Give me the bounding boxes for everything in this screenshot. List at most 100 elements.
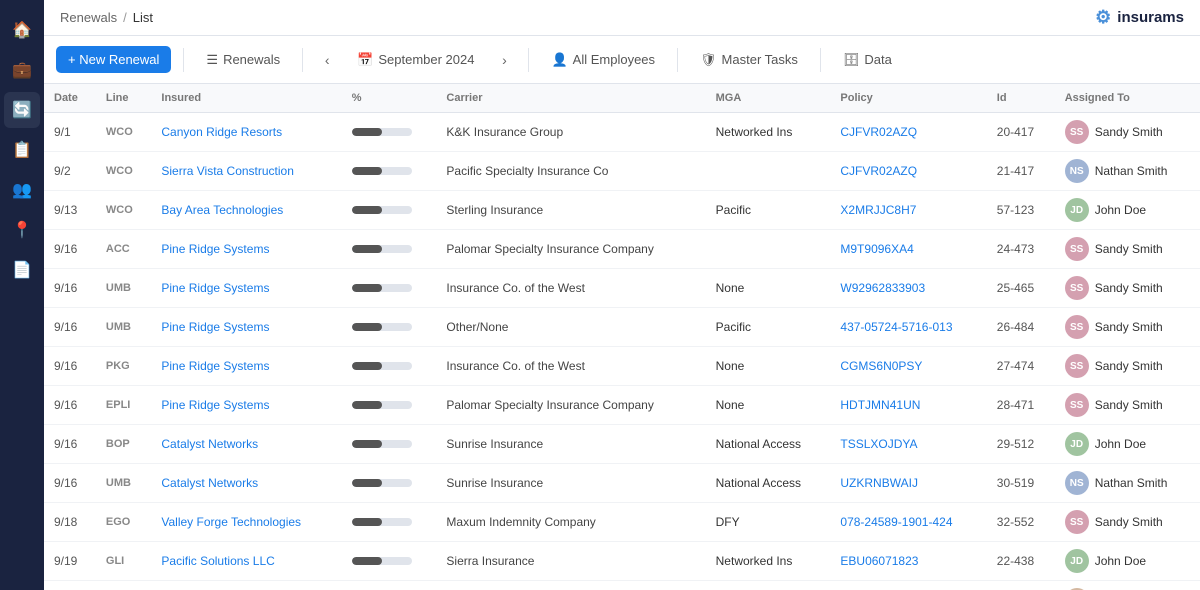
insured-link[interactable]: Sierra Vista Construction bbox=[161, 164, 294, 178]
sidebar-item-renewals[interactable]: 🔄 bbox=[4, 92, 40, 128]
table-row[interactable]: 9/1 WCO Canyon Ridge Resorts K&K Insuran… bbox=[44, 113, 1200, 152]
cell-assigned: SS Sandy Smith bbox=[1055, 347, 1200, 386]
prev-month-button[interactable]: ‹ bbox=[315, 48, 339, 72]
cell-policy[interactable]: W92962833903 bbox=[830, 269, 986, 308]
next-month-button[interactable]: › bbox=[492, 48, 516, 72]
cell-policy[interactable]: M9T9096XA4 bbox=[830, 230, 986, 269]
cell-policy[interactable]: X2MRJJC8H7 bbox=[830, 191, 986, 230]
cell-insured[interactable]: Catalyst Networks bbox=[151, 464, 341, 503]
table-row[interactable]: 9/16 ACC Pine Ridge Systems Palomar Spec… bbox=[44, 230, 1200, 269]
table-row[interactable]: 9/19 GLI Pacific Solutions LLC Sierra In… bbox=[44, 542, 1200, 581]
cell-id: 32-552 bbox=[987, 503, 1055, 542]
policy-link[interactable]: HDTJMN41UN bbox=[840, 398, 920, 412]
cell-insured[interactable]: Pine Ridge Systems bbox=[151, 230, 341, 269]
insured-link[interactable]: Bay Area Technologies bbox=[161, 203, 283, 217]
avatar: SS bbox=[1065, 120, 1089, 144]
cell-policy[interactable]: CGMS6N0PSY bbox=[830, 347, 986, 386]
renewals-table: Date Line Insured % Carrier MGA Policy I… bbox=[44, 84, 1200, 590]
insured-link[interactable]: Catalyst Networks bbox=[161, 437, 258, 451]
cell-pct bbox=[342, 113, 437, 152]
cell-assigned: SS Sandy Smith bbox=[1055, 269, 1200, 308]
cell-insured[interactable]: Sierra Vista Construction bbox=[151, 152, 341, 191]
policy-link[interactable]: X2MRJJC8H7 bbox=[840, 203, 916, 217]
cell-insured[interactable]: Pacific Solutions LLC bbox=[151, 542, 341, 581]
cell-insured[interactable]: Pine Ridge Systems bbox=[151, 386, 341, 425]
date-picker-button[interactable]: 📅 September 2024 bbox=[347, 47, 484, 73]
breadcrumb-parent[interactable]: Renewals bbox=[60, 10, 117, 25]
cell-policy[interactable]: UZKRNBWAIJ bbox=[830, 464, 986, 503]
cell-policy[interactable]: CJFVR02AZQ bbox=[830, 113, 986, 152]
policy-link[interactable]: W92962833903 bbox=[840, 281, 925, 295]
policy-link[interactable]: UZKRNBWAIJ bbox=[840, 476, 918, 490]
cell-carrier: Pacific Specialty Insurance Co bbox=[436, 152, 705, 191]
progress-bar bbox=[352, 206, 412, 214]
cell-insured[interactable]: Pine Ridge Systems bbox=[151, 347, 341, 386]
sidebar-item-location[interactable]: 📍 bbox=[4, 212, 40, 248]
sidebar: 🏠 💼 🔄 📋 👥 📍 📄 bbox=[0, 0, 44, 590]
policy-link[interactable]: EBU06071823 bbox=[840, 554, 918, 568]
insured-link[interactable]: Valley Forge Technologies bbox=[161, 515, 301, 529]
table-row[interactable]: 9/19 UMB Pacific Solutions LLC The Ohio … bbox=[44, 581, 1200, 590]
insured-link[interactable]: Pine Ridge Systems bbox=[161, 398, 269, 412]
cell-policy[interactable]: 437-05724-5716-013 bbox=[830, 308, 986, 347]
cell-id: 21-417 bbox=[987, 152, 1055, 191]
insured-link[interactable]: Pine Ridge Systems bbox=[161, 359, 269, 373]
insured-link[interactable]: Catalyst Networks bbox=[161, 476, 258, 490]
table-row[interactable]: 9/16 PKG Pine Ridge Systems Insurance Co… bbox=[44, 347, 1200, 386]
cell-assigned: JD John Doe bbox=[1055, 191, 1200, 230]
cell-insured[interactable]: Canyon Ridge Resorts bbox=[151, 113, 341, 152]
brand: ⚙ insurams bbox=[1095, 7, 1184, 28]
policy-link[interactable]: 078-24589-1901-424 bbox=[840, 515, 952, 529]
cell-insured[interactable]: Valley Forge Technologies bbox=[151, 503, 341, 542]
cell-insured[interactable]: Pacific Solutions LLC bbox=[151, 581, 341, 590]
assigned-container: JD John Doe bbox=[1065, 198, 1190, 222]
new-renewal-button[interactable]: + New Renewal bbox=[56, 46, 171, 73]
assigned-container: JD John Doe bbox=[1065, 549, 1190, 573]
policy-link[interactable]: 437-05724-5716-013 bbox=[840, 320, 952, 334]
cell-insured[interactable]: Pine Ridge Systems bbox=[151, 308, 341, 347]
cell-line: BOP bbox=[96, 425, 152, 464]
table-row[interactable]: 9/2 WCO Sierra Vista Construction Pacifi… bbox=[44, 152, 1200, 191]
table-container[interactable]: Date Line Insured % Carrier MGA Policy I… bbox=[44, 84, 1200, 590]
renewals-button[interactable]: ☰ Renewals bbox=[196, 47, 290, 73]
table-row[interactable]: 9/18 EGO Valley Forge Technologies Maxum… bbox=[44, 503, 1200, 542]
sidebar-item-home[interactable]: 🏠 bbox=[4, 12, 40, 48]
employees-button[interactable]: 👤 All Employees bbox=[541, 47, 665, 73]
insured-link[interactable]: Pine Ridge Systems bbox=[161, 242, 269, 256]
table-row[interactable]: 9/16 BOP Catalyst Networks Sunrise Insur… bbox=[44, 425, 1200, 464]
cell-policy[interactable]: HDTJMN41UN bbox=[830, 386, 986, 425]
cell-insured[interactable]: Bay Area Technologies bbox=[151, 191, 341, 230]
data-button[interactable]: 🗄 Data bbox=[833, 47, 902, 73]
cell-policy[interactable]: 078-24589-1901-424 bbox=[830, 503, 986, 542]
cell-assigned: SS Sandy Smith bbox=[1055, 308, 1200, 347]
cell-policy[interactable]: W06684450454 bbox=[830, 581, 986, 590]
cell-insured[interactable]: Catalyst Networks bbox=[151, 425, 341, 464]
policy-link[interactable]: CJFVR02AZQ bbox=[840, 125, 917, 139]
policy-link[interactable]: TSSLXOJDYA bbox=[840, 437, 917, 451]
table-row[interactable]: 9/16 EPLI Pine Ridge Systems Palomar Spe… bbox=[44, 386, 1200, 425]
insured-link[interactable]: Pacific Solutions LLC bbox=[161, 554, 274, 568]
sidebar-item-briefcase[interactable]: 💼 bbox=[4, 52, 40, 88]
table-row[interactable]: 9/16 UMB Pine Ridge Systems Other/None P… bbox=[44, 308, 1200, 347]
policy-link[interactable]: CJFVR02AZQ bbox=[840, 164, 917, 178]
sidebar-item-document[interactable]: 📄 bbox=[4, 252, 40, 288]
policy-link[interactable]: CGMS6N0PSY bbox=[840, 359, 922, 373]
insured-link[interactable]: Pine Ridge Systems bbox=[161, 281, 269, 295]
table-row[interactable]: 9/13 WCO Bay Area Technologies Sterling … bbox=[44, 191, 1200, 230]
table-row[interactable]: 9/16 UMB Pine Ridge Systems Insurance Co… bbox=[44, 269, 1200, 308]
cell-policy[interactable]: CJFVR02AZQ bbox=[830, 152, 986, 191]
table-row[interactable]: 9/16 UMB Catalyst Networks Sunrise Insur… bbox=[44, 464, 1200, 503]
sidebar-item-list[interactable]: 📋 bbox=[4, 132, 40, 168]
insured-link[interactable]: Pine Ridge Systems bbox=[161, 320, 269, 334]
cell-policy[interactable]: EBU06071823 bbox=[830, 542, 986, 581]
insured-link[interactable]: Canyon Ridge Resorts bbox=[161, 125, 282, 139]
master-tasks-button[interactable]: 🛡 Master Tasks bbox=[690, 47, 808, 73]
cell-insured[interactable]: Pine Ridge Systems bbox=[151, 269, 341, 308]
cell-policy[interactable]: TSSLXOJDYA bbox=[830, 425, 986, 464]
cell-mga: Networked Ins bbox=[706, 113, 831, 152]
progress-fill bbox=[352, 440, 382, 448]
policy-link[interactable]: M9T9096XA4 bbox=[840, 242, 913, 256]
sidebar-item-employees[interactable]: 👥 bbox=[4, 172, 40, 208]
avatar: NS bbox=[1065, 159, 1089, 183]
breadcrumb-current: List bbox=[133, 10, 153, 25]
